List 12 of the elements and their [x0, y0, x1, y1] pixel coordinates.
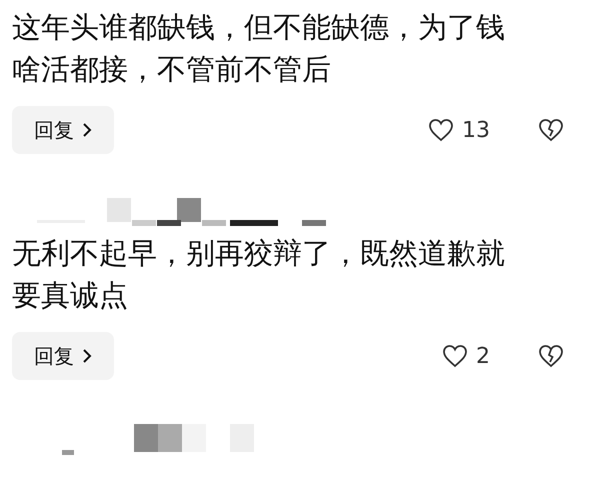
broken-heart-icon[interactable] [538, 118, 564, 142]
comment-text: 无利不起早，别再狡辩了，既然道歉就要真诚点 [12, 235, 506, 314]
heart-icon[interactable] [442, 344, 468, 368]
like-count: 13 [462, 116, 490, 144]
like-count: 2 [476, 342, 490, 370]
comment-text: 这年头谁都缺钱，但不能缺德，为了钱啥活都接，不管前不管后 [12, 9, 506, 88]
reply-button[interactable]: 回复 [12, 106, 114, 154]
chevron-right-icon [82, 348, 92, 364]
chevron-right-icon [82, 122, 92, 138]
reply-button[interactable]: 回复 [12, 332, 114, 380]
heart-icon[interactable] [428, 118, 454, 142]
broken-heart-icon[interactable] [538, 344, 564, 368]
